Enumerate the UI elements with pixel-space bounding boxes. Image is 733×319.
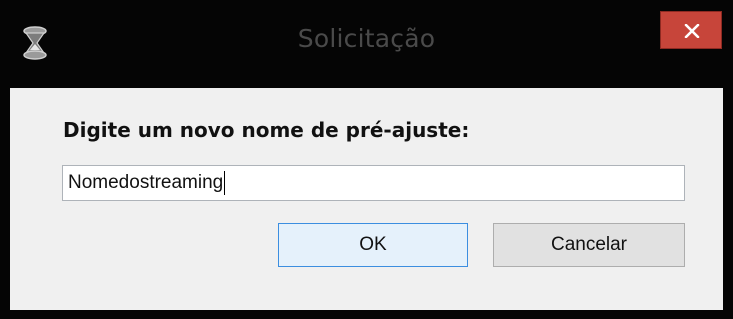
- preset-name-input[interactable]: Nomedostreaming: [62, 165, 685, 201]
- input-value: Nomedostreaming: [68, 172, 224, 193]
- close-button[interactable]: [660, 11, 722, 49]
- title-bar[interactable]: Solicitação: [0, 0, 733, 88]
- close-icon: [684, 24, 700, 38]
- cancel-button[interactable]: Cancelar: [493, 223, 685, 267]
- dialog-body: Digite um novo nome de pré-ajuste: Nomed…: [10, 88, 723, 310]
- window-title: Solicitação: [297, 24, 436, 53]
- ok-button[interactable]: OK: [278, 223, 468, 267]
- prompt-label: Digite um novo nome de pré-ajuste:: [63, 118, 470, 142]
- prompt-dialog: Solicitação Digite um novo nome de pré-a…: [0, 0, 733, 319]
- text-caret: [224, 170, 226, 195]
